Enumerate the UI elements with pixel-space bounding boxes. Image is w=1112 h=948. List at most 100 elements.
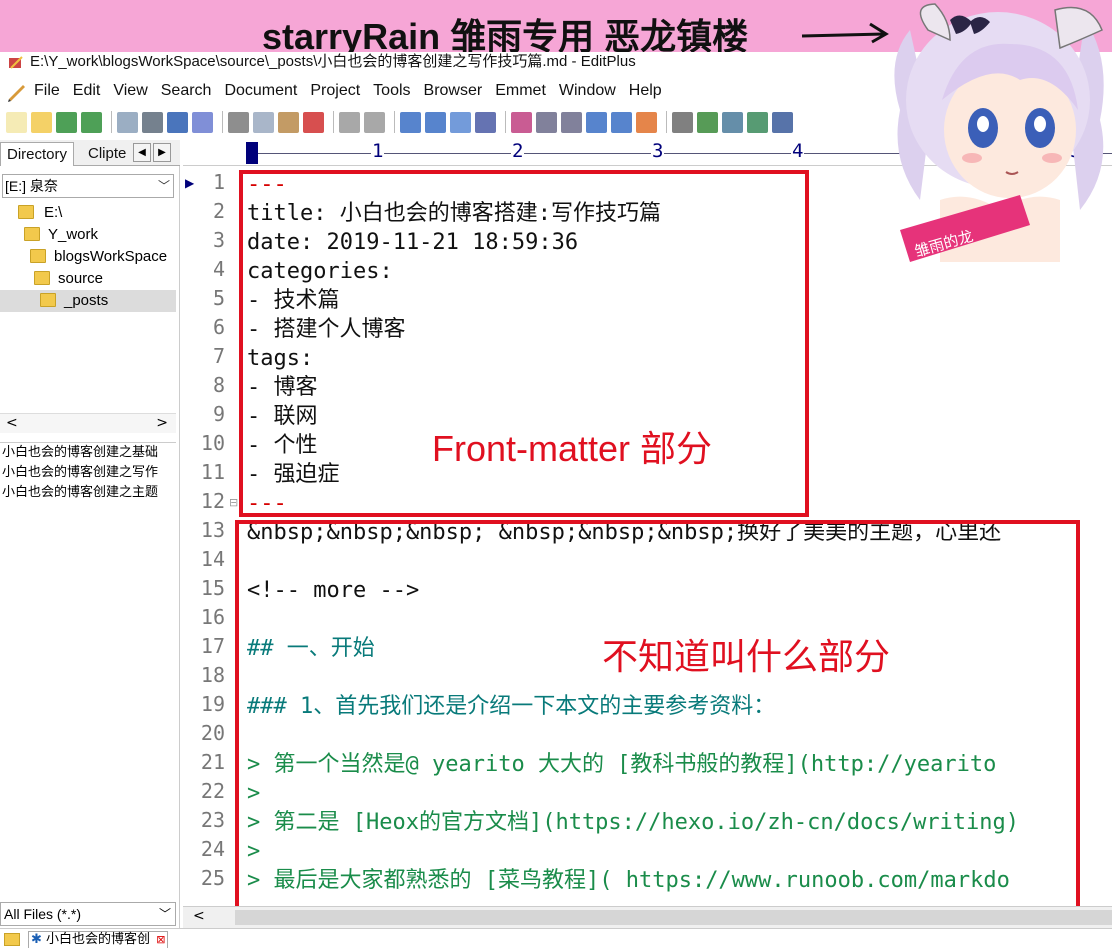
tree-scrollbar[interactable]: < >	[0, 413, 176, 433]
new-file-icon[interactable]	[6, 111, 27, 133]
code-line[interactable]: &nbsp;&nbsp;&nbsp; &nbsp;&nbsp;&nbsp;换好了…	[247, 518, 1001, 547]
goto-icon[interactable]	[450, 111, 471, 133]
scrollbar-thumb[interactable]	[235, 910, 1112, 925]
code-line[interactable]: <!-- more -->	[247, 576, 419, 605]
code-line[interactable]: - 个性	[247, 431, 318, 460]
spell-check-icon[interactable]	[167, 111, 188, 133]
wrap-icon[interactable]	[586, 111, 607, 133]
tab-scroll-right-icon[interactable]: ▶	[153, 143, 171, 162]
code-line[interactable]: - 联网	[247, 402, 318, 431]
undo-icon[interactable]	[339, 111, 360, 133]
code-editor[interactable]: --- title: 小白也会的博客搭建:写作技巧篇 date: 2019-11-2…	[247, 170, 1112, 908]
tree-item[interactable]: E:\	[0, 202, 176, 224]
file-list-item[interactable]: 小白也会的博客创建之基础	[0, 443, 176, 463]
menu-emmet[interactable]: Emmet	[495, 82, 546, 100]
menu-help[interactable]: Help	[629, 82, 662, 100]
hex-icon[interactable]	[722, 111, 743, 133]
cut-icon[interactable]	[228, 111, 249, 133]
menu-search[interactable]: Search	[161, 82, 212, 100]
code-line[interactable]: >	[247, 779, 260, 808]
menu-view[interactable]: View	[113, 82, 147, 100]
code-line[interactable]: > 第二是 [Heox的官方文档](https://hexo.io/zh-cn/…	[247, 808, 1019, 837]
replace-icon[interactable]	[425, 111, 446, 133]
front-matter-label: Front-matter 部分	[432, 428, 713, 469]
file-list-item[interactable]: 小白也会的博客创建之主题	[0, 483, 176, 503]
find-icon[interactable]	[400, 111, 421, 133]
delete-icon[interactable]	[303, 111, 324, 133]
hx-icon[interactable]	[536, 111, 557, 133]
file-filter-select[interactable]: All Files (*.*) ﹀	[0, 902, 176, 926]
column-icon[interactable]	[697, 111, 718, 133]
code-line[interactable]: ---	[247, 170, 287, 199]
code-line[interactable]: tags:	[247, 344, 313, 373]
code-line[interactable]: date: 2019-11-21 18:59:36	[247, 228, 578, 257]
editor-horizontal-scrollbar[interactable]: <	[183, 906, 1112, 928]
document-tab[interactable]: ✱ 小白也会的博客创 ⊠	[28, 931, 169, 948]
code-line[interactable]: > 第一个当然是@ yearito 大大的 [教科书般的教程](http://y…	[247, 750, 996, 779]
file-list: 小白也会的博客创建之基础 小白也会的博客创建之写作 小白也会的博客创建之主题	[0, 442, 176, 503]
toolbar-separator	[505, 111, 506, 133]
filter-value: All Files (*.*)	[4, 906, 82, 922]
font-icon[interactable]	[511, 111, 532, 133]
code-line[interactable]: - 搭建个人博客	[247, 315, 406, 344]
anime-character-sticker: 雏雨的龙	[894, 3, 1104, 262]
menu-browser[interactable]: Browser	[424, 82, 483, 100]
line-number: 17	[200, 634, 225, 658]
tree-item[interactable]: Y_work	[0, 224, 176, 246]
help-icon[interactable]	[772, 111, 793, 133]
copy-icon[interactable]	[253, 111, 274, 133]
menu-document[interactable]: Document	[224, 82, 297, 100]
tab-scroll-left-icon[interactable]: ◀	[133, 143, 151, 162]
ruler-number: 4	[791, 140, 805, 162]
document-tab-label: 小白也会的博客创	[46, 932, 151, 947]
code-line[interactable]: >	[247, 837, 260, 866]
code-line[interactable]: - 强迫症	[247, 460, 340, 489]
scroll-right-icon[interactable]: >	[156, 415, 168, 431]
tree-item-label: _posts	[64, 292, 109, 309]
tree-item[interactable]: blogsWorkSpace	[0, 246, 176, 268]
w-icon[interactable]	[561, 111, 582, 133]
folder-open-icon	[40, 293, 56, 307]
line-number: 13	[200, 518, 225, 542]
save-all-icon[interactable]	[81, 111, 102, 133]
tree-item[interactable]: source	[0, 268, 176, 290]
code-line[interactable]: title: 小白也会的博客搭建:写作技巧篇	[247, 199, 661, 228]
code-line[interactable]: - 技术篇	[247, 286, 340, 315]
code-line[interactable]: ### 1、首先我们还是介绍一下本文的主要参考资料：	[247, 692, 775, 721]
tab-directory[interactable]: Directory	[0, 142, 75, 166]
code-line[interactable]: - 博客	[247, 373, 318, 402]
paste-icon[interactable]	[278, 111, 299, 133]
check-icon[interactable]	[636, 111, 657, 133]
code-line[interactable]: categories:	[247, 257, 393, 286]
print-preview-icon[interactable]	[117, 111, 138, 133]
line-number: 11	[200, 460, 225, 484]
drive-select[interactable]: [E:] 泉奈 ﹀	[2, 174, 174, 198]
menu-tools[interactable]: Tools	[373, 82, 410, 100]
menu-file[interactable]: File	[34, 82, 60, 100]
menu-window[interactable]: Window	[559, 82, 616, 100]
view-icon[interactable]	[672, 111, 693, 133]
line-number-icon[interactable]	[611, 111, 632, 133]
scroll-left-icon[interactable]: <	[6, 415, 18, 431]
open-icon[interactable]	[31, 111, 52, 133]
tab-cliptext[interactable]: Clipte	[82, 142, 132, 166]
indent-icon[interactable]	[475, 111, 496, 133]
directory-tree: E:\ Y_work blogsWorkSpace source _posts	[0, 202, 176, 312]
code-line[interactable]: ## 一、开始	[247, 634, 375, 663]
tree-item-selected[interactable]: _posts	[0, 290, 176, 312]
code-line[interactable]: > 最后是大家都熟悉的 [菜鸟教程]( https://www.runoob.c…	[247, 866, 1010, 895]
scroll-left-icon[interactable]: <	[193, 908, 205, 924]
browser-icon[interactable]	[747, 111, 768, 133]
tree-item-label: blogsWorkSpace	[54, 248, 168, 265]
file-list-item[interactable]: 小白也会的博客创建之写作	[0, 463, 176, 483]
print-icon[interactable]	[142, 111, 163, 133]
code-line[interactable]: ---	[247, 489, 287, 518]
line-number: 22	[200, 779, 225, 803]
fold-marker-icon[interactable]: ⊟	[229, 496, 238, 509]
menu-project[interactable]: Project	[310, 82, 360, 100]
html-preview-icon[interactable]	[192, 111, 213, 133]
close-icon[interactable]: ⊠	[156, 933, 165, 946]
save-icon[interactable]	[56, 111, 77, 133]
redo-icon[interactable]	[364, 111, 385, 133]
menu-edit[interactable]: Edit	[73, 82, 101, 100]
